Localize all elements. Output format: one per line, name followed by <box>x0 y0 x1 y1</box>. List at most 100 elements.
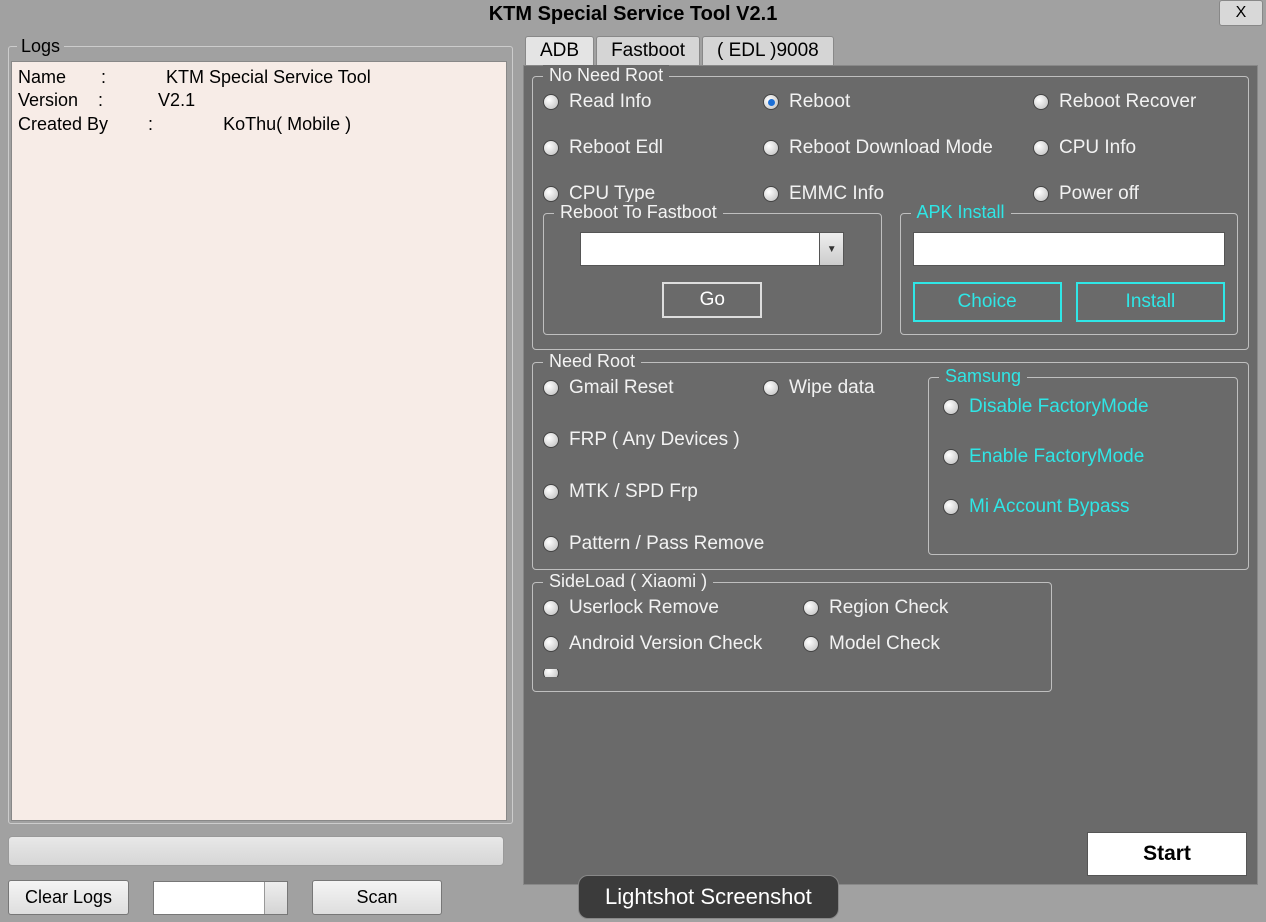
radio-icon <box>543 432 559 448</box>
logs-fieldset: Logs Name : KTM Special Service Tool Ver… <box>8 36 513 824</box>
radio-icon <box>763 380 779 396</box>
radio-label: Disable FactoryMode <box>969 396 1149 418</box>
need-root-legend: Need Root <box>543 351 641 372</box>
main-area: Logs Name : KTM Special Service Tool Ver… <box>0 28 1266 915</box>
choice-button[interactable]: Choice <box>913 282 1062 322</box>
radio-label: Model Check <box>829 633 940 655</box>
radio-reboot-edl[interactable]: Reboot Edl <box>543 137 763 159</box>
radio-read-info[interactable]: Read Info <box>543 91 763 113</box>
radio-label: Android Version Check <box>569 633 762 655</box>
radio-mi-bypass[interactable]: Mi Account Bypass <box>943 496 1223 518</box>
radio-region-check[interactable]: Region Check <box>803 597 948 619</box>
radio-wipe-data[interactable]: Wipe data <box>763 377 875 399</box>
radio-disable-factory[interactable]: Disable FactoryMode <box>943 396 1223 418</box>
group-need-root: Need Root Gmail Reset Wipe data FRP ( An… <box>532 362 1249 570</box>
close-icon: X <box>1236 4 1247 22</box>
radio-android-version-check[interactable]: Android Version Check <box>543 633 803 655</box>
radio-label: Reboot <box>789 91 850 113</box>
tab-adb[interactable]: ADB <box>525 36 594 65</box>
log-line: Created By : KoThu( Mobile ) <box>18 113 500 136</box>
radio-gmail-reset[interactable]: Gmail Reset <box>543 377 763 399</box>
group-no-need-root: No Need Root Read Info Reboot Reboot Rec… <box>532 76 1249 350</box>
radio-icon <box>543 600 559 616</box>
no-need-root-legend: No Need Root <box>543 65 669 86</box>
radio-icon <box>1033 94 1049 110</box>
logs-textarea[interactable]: Name : KTM Special Service Tool Version … <box>11 61 507 821</box>
group-sideload: SideLoad ( Xiaomi ) Userlock Remove Regi… <box>532 582 1052 692</box>
radio-label: MTK / SPD Frp <box>569 481 698 503</box>
radio-label: Reboot Edl <box>569 137 663 159</box>
radio-icon <box>543 536 559 552</box>
tab-strip: ADB Fastboot ( EDL )9008 <box>525 36 1258 65</box>
radio-label: Gmail Reset <box>569 377 674 399</box>
radio-label: Userlock Remove <box>569 597 719 619</box>
radio-reboot-recover[interactable]: Reboot Recover <box>1033 91 1196 113</box>
reboot-fastboot-legend: Reboot To Fastboot <box>554 202 723 223</box>
title-bar: KTM Special Service Tool V2.1 X <box>0 0 1266 28</box>
window-title: KTM Special Service Tool V2.1 <box>489 3 778 26</box>
radio-label: Wipe data <box>789 377 875 399</box>
apk-install-legend: APK Install <box>911 202 1011 223</box>
clear-logs-button[interactable]: Clear Logs <box>8 880 129 915</box>
install-button[interactable]: Install <box>1076 282 1225 322</box>
group-apk-install: APK Install Choice Install <box>900 213 1239 335</box>
radio-label: EMMC Info <box>789 183 884 205</box>
radio-label: Pattern / Pass Remove <box>569 533 764 555</box>
tab-body: No Need Root Read Info Reboot Reboot Rec… <box>523 65 1258 885</box>
sideload-legend: SideLoad ( Xiaomi ) <box>543 571 713 592</box>
radio-truncated[interactable] <box>543 669 569 677</box>
radio-label: Power off <box>1059 183 1139 205</box>
radio-icon <box>803 600 819 616</box>
radio-label: Enable FactoryMode <box>969 446 1144 468</box>
left-panel: Logs Name : KTM Special Service Tool Ver… <box>8 36 513 915</box>
radio-power-off[interactable]: Power off <box>1033 183 1139 205</box>
apk-path-input[interactable] <box>913 232 1226 266</box>
progress-bar <box>8 836 504 866</box>
radio-model-check[interactable]: Model Check <box>803 633 940 655</box>
fastboot-combo[interactable] <box>580 232 820 266</box>
tab-fastboot[interactable]: Fastboot <box>596 36 700 65</box>
group-samsung: Samsung Disable FactoryMode Enable Facto… <box>928 377 1238 555</box>
device-combo[interactable] <box>153 881 288 915</box>
lightshot-badge: Lightshot Screenshot <box>578 875 839 919</box>
radio-frp[interactable]: FRP ( Any Devices ) <box>543 429 740 451</box>
radio-userlock-remove[interactable]: Userlock Remove <box>543 597 803 619</box>
radio-label: Region Check <box>829 597 948 619</box>
radio-label: Reboot Recover <box>1059 91 1196 113</box>
radio-pattern-pass[interactable]: Pattern / Pass Remove <box>543 533 764 555</box>
radio-mtk-spd[interactable]: MTK / SPD Frp <box>543 481 698 503</box>
radio-label: Mi Account Bypass <box>969 496 1130 518</box>
tab-edl[interactable]: ( EDL )9008 <box>702 36 834 65</box>
radio-icon <box>1033 140 1049 156</box>
radio-icon <box>1033 186 1049 202</box>
logs-legend: Logs <box>17 36 64 57</box>
radio-enable-factory[interactable]: Enable FactoryMode <box>943 446 1223 468</box>
radio-icon <box>543 669 559 677</box>
chevron-down-icon[interactable]: ▼ <box>820 232 844 266</box>
radio-icon <box>543 636 559 652</box>
radio-icon <box>763 186 779 202</box>
radio-label: Read Info <box>569 91 651 113</box>
radio-icon <box>943 399 959 415</box>
go-button[interactable]: Go <box>662 282 762 318</box>
radio-icon <box>543 484 559 500</box>
radio-reboot[interactable]: Reboot <box>763 91 1033 113</box>
close-button[interactable]: X <box>1219 0 1263 26</box>
radio-label: CPU Info <box>1059 137 1136 159</box>
right-panel: ADB Fastboot ( EDL )9008 No Need Root Re… <box>523 36 1258 915</box>
radio-icon <box>543 186 559 202</box>
scan-button[interactable]: Scan <box>312 880 442 915</box>
samsung-legend: Samsung <box>939 366 1027 387</box>
group-reboot-to-fastboot: Reboot To Fastboot ▼ Go <box>543 213 882 335</box>
radio-icon <box>943 499 959 515</box>
radio-reboot-download[interactable]: Reboot Download Mode <box>763 137 1033 159</box>
radio-icon <box>543 94 559 110</box>
log-line: Version : V2.1 <box>18 89 500 112</box>
radio-cpu-info[interactable]: CPU Info <box>1033 137 1136 159</box>
radio-icon <box>543 140 559 156</box>
radio-icon <box>943 449 959 465</box>
start-button[interactable]: Start <box>1087 832 1247 876</box>
radio-icon <box>803 636 819 652</box>
radio-icon <box>543 380 559 396</box>
radio-icon <box>763 140 779 156</box>
